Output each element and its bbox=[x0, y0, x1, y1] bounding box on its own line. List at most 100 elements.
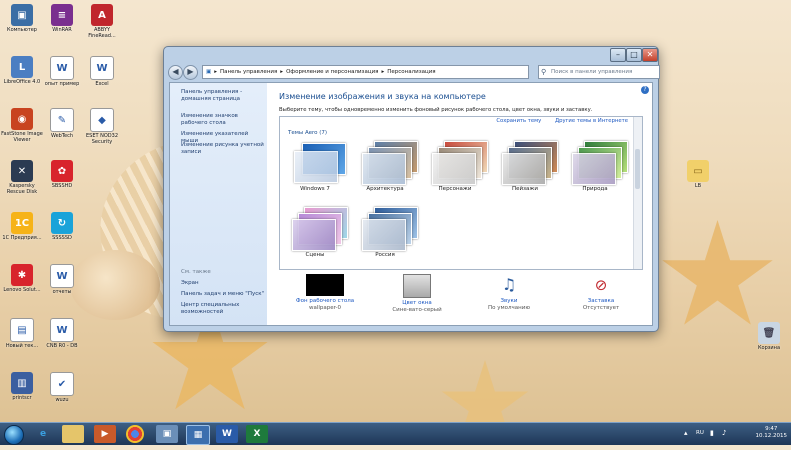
starfish-decoration bbox=[662, 220, 773, 325]
title-bar[interactable]: – □ ✕ bbox=[164, 47, 658, 63]
desktop-shortcut[interactable]: ◆ ESET NOD32 Security bbox=[80, 108, 124, 145]
window-color-setting[interactable]: Цвет окна Сине-вато-серый bbox=[371, 274, 463, 314]
search-placeholder: Поиск в панели управления bbox=[551, 69, 633, 75]
theme-characters[interactable]: Персонажи bbox=[422, 141, 488, 192]
desktop-shortcut-label: 1С Предприя... bbox=[2, 235, 42, 241]
screensaver-setting[interactable]: ⊘ Заставка Отсутствует bbox=[555, 274, 647, 312]
tray-show-icons-icon[interactable]: ▴ bbox=[684, 429, 688, 437]
setting-value: Отсутствует bbox=[582, 305, 620, 311]
desktop-shortcut[interactable]: A ABBYY FineRead... bbox=[80, 4, 124, 39]
link-taskbar-start-menu[interactable]: Панель задач и меню "Пуск" bbox=[181, 291, 266, 298]
desktop-shortcut[interactable]: ▣ Компьютер bbox=[0, 4, 44, 33]
desktop-shortcut-label: ABBYY FineRead... bbox=[88, 27, 116, 39]
theme-nature[interactable]: Природа bbox=[562, 141, 628, 192]
desktop-shortcut[interactable]: Wотчеты bbox=[40, 264, 84, 295]
theme-label: Архитектура bbox=[366, 186, 404, 192]
themes-scrollbar[interactable] bbox=[633, 117, 642, 269]
scrollbar-thumb[interactable] bbox=[635, 149, 640, 189]
desktop-shortcut[interactable]: ↻ SSSSSD bbox=[40, 212, 84, 241]
link-ease-of-access[interactable]: Центр специальных возможностей bbox=[181, 302, 266, 316]
winrar-icon: ≡ bbox=[51, 4, 73, 26]
main-content: ? Изменение изображения и звука на компь… bbox=[267, 83, 652, 325]
desktop-shortcut[interactable]: ✎ WebTech bbox=[40, 108, 84, 139]
desktop-background-icon bbox=[306, 274, 344, 296]
more-themes-online-link[interactable]: Другие темы в Интернете bbox=[555, 118, 628, 124]
breadcrumb-separator: ▸ bbox=[214, 69, 217, 75]
search-input[interactable]: ⚲ Поиск в панели управления bbox=[538, 65, 660, 79]
sync-icon: ↻ bbox=[51, 212, 73, 234]
desktop-shortcut-label: ESET NOD32 Security bbox=[85, 133, 119, 145]
clock[interactable]: 9:47 10.12.2015 bbox=[756, 426, 788, 440]
media-player-icon[interactable]: ▶ bbox=[94, 425, 116, 443]
close-button[interactable]: ✕ bbox=[642, 48, 658, 62]
printscreen-icon: ▥ bbox=[11, 372, 33, 394]
word-document-icon: W bbox=[50, 56, 74, 80]
sounds-setting[interactable]: ♫ Звуки По умолчанию bbox=[463, 274, 555, 312]
theme-scenes[interactable]: Сцены bbox=[282, 207, 348, 258]
1c-icon: 1С bbox=[11, 212, 33, 234]
link-display[interactable]: Экран bbox=[181, 280, 266, 287]
breadcrumb-appearance[interactable]: Оформление и персонализация bbox=[286, 69, 378, 75]
chrome-icon[interactable] bbox=[126, 425, 144, 443]
control-panel-icon[interactable]: ▣ bbox=[156, 425, 178, 443]
theme-russia[interactable]: Россия bbox=[352, 207, 418, 258]
desktop-background-setting[interactable]: Фон рабочего стола wallpaper-0 bbox=[279, 274, 371, 312]
desktop-shortcut[interactable]: W CNB R0 - DB bbox=[40, 318, 84, 349]
breadcrumb-personalization[interactable]: Персонализация bbox=[387, 69, 435, 75]
volume-icon[interactable]: ♪ bbox=[722, 429, 726, 437]
internet-explorer-icon[interactable]: e bbox=[32, 425, 54, 443]
setting-value: По умолчанию bbox=[488, 305, 530, 311]
setting-value: wallpaper-0 bbox=[308, 305, 342, 311]
desktop-shortcut[interactable]: ▤ Новый тек... bbox=[0, 318, 44, 349]
folder-icon: ▭ bbox=[687, 160, 709, 182]
theme-architecture[interactable]: Архитектура bbox=[352, 141, 418, 192]
desktop-shortcut[interactable]: 1С 1С Предприя... bbox=[0, 212, 44, 241]
back-button[interactable]: ◀ bbox=[168, 65, 183, 80]
desktop-shortcut[interactable]: ✔ wuzu bbox=[40, 372, 84, 403]
desktop-shortcut[interactable]: ≡ WinRAR bbox=[40, 4, 84, 33]
theme-label: Природа bbox=[582, 186, 608, 192]
save-theme-link[interactable]: Сохранить тему bbox=[496, 118, 541, 124]
word-icon[interactable]: W bbox=[216, 425, 238, 443]
setting-title: Заставка bbox=[587, 298, 615, 304]
link-change-account-picture[interactable]: Изменение рисунка учетной записи bbox=[181, 142, 266, 156]
maximize-button[interactable]: □ bbox=[626, 48, 642, 62]
desktop-recycle-bin[interactable]: 🗑 Корзина bbox=[747, 322, 791, 351]
desktop-shortcut[interactable]: W Excel bbox=[80, 56, 124, 87]
breadcrumb-control-panel[interactable]: Панель управления bbox=[220, 69, 277, 75]
checklist-icon: ✔ bbox=[50, 372, 74, 396]
theme-label: Персонажи bbox=[438, 186, 472, 192]
theme-windows7[interactable]: Windows 7 bbox=[282, 141, 348, 192]
link-control-panel-home[interactable]: Панель управления - домашняя страница bbox=[181, 89, 266, 103]
personalization-task-icon[interactable]: ▦ bbox=[186, 425, 210, 445]
desktop-shortcut[interactable]: ▥ printscr bbox=[0, 372, 44, 401]
desktop-shortcut[interactable]: ✿ SBSSHD bbox=[40, 160, 84, 189]
network-icon[interactable]: ▮ bbox=[710, 429, 714, 437]
theme-label: Пейзажи bbox=[512, 186, 538, 192]
theme-settings-row: Фон рабочего стола wallpaper-0 Цвет окна… bbox=[279, 274, 641, 324]
minimize-button[interactable]: – bbox=[610, 48, 626, 62]
theme-landscapes[interactable]: Пейзажи bbox=[492, 141, 558, 192]
desktop-shortcut[interactable]: Wопыт пример bbox=[40, 56, 84, 87]
address-bar[interactable]: ▣ ▸ Панель управления ▸ Оформление и пер… bbox=[202, 65, 529, 79]
desktop-shortcut[interactable]: ✱ Lenovo Solut... bbox=[0, 264, 44, 293]
theme-thumbnail bbox=[282, 141, 348, 185]
desktop-shortcut[interactable]: L LibreOffice 4.0 bbox=[0, 56, 44, 85]
help-button[interactable]: ? bbox=[641, 86, 649, 94]
desktop-shortcut-label: Компьютер bbox=[7, 27, 37, 33]
theme-group-title: Темы Aero (7) bbox=[288, 130, 328, 136]
desktop-shortcut[interactable]: ◉ FastStone Image Viewer bbox=[0, 108, 44, 143]
setting-title: Звуки bbox=[500, 298, 518, 304]
language-indicator[interactable]: RU bbox=[696, 430, 704, 436]
recycle-bin-icon: 🗑 bbox=[758, 322, 780, 344]
desktop-folder[interactable]: ▭ LB bbox=[676, 160, 720, 189]
desktop-shortcut-label: SBSSHD bbox=[51, 183, 73, 189]
forward-button[interactable]: ▶ bbox=[183, 65, 198, 80]
desktop-shortcut[interactable]: ✕ Kaspersky Rescue Disk bbox=[0, 160, 44, 195]
file-explorer-icon[interactable] bbox=[62, 425, 84, 443]
theme-thumbnail bbox=[422, 141, 488, 185]
start-button[interactable] bbox=[4, 425, 24, 445]
link-change-desktop-icons[interactable]: Изменение значков рабочего стола bbox=[181, 113, 266, 127]
excel-icon[interactable]: X bbox=[246, 425, 268, 443]
theme-thumbnail bbox=[352, 141, 418, 185]
